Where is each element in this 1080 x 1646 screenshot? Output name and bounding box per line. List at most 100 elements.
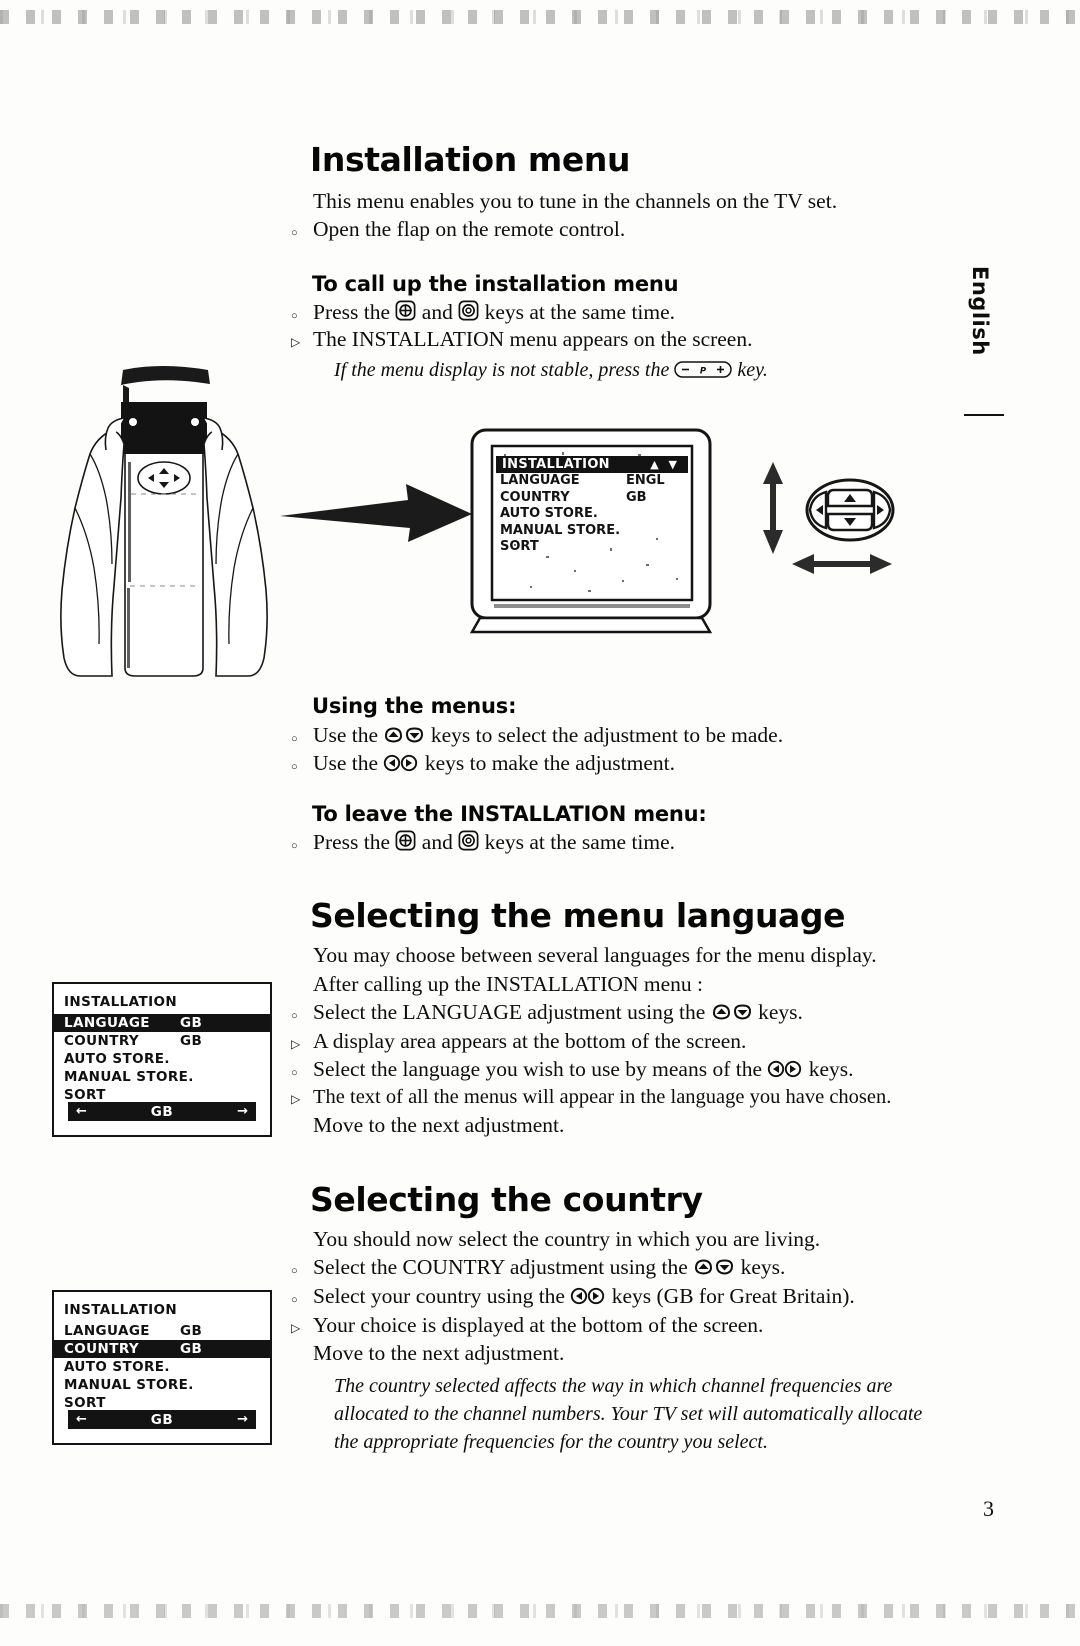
osd-screenshot-country: INSTALLATION LANGUAGE GB COUNTRY GB AUTO… bbox=[52, 1290, 272, 1445]
osd-row-manual-store: MANUAL STORE. bbox=[54, 1376, 270, 1394]
leave-menu-step-b: and bbox=[421, 830, 453, 854]
language-section-title: Selecting the menu language bbox=[310, 896, 846, 935]
leave-menu-step-row: Press the and keys at the same time. bbox=[291, 827, 675, 861]
osd-row-language: LANGUAGE GB bbox=[54, 1322, 270, 1340]
intro-text: This menu enables you to tune in the cha… bbox=[313, 189, 838, 213]
call-up-note: If the menu display is not stable, press… bbox=[334, 356, 768, 384]
osd-bottom-bar: ← GB → bbox=[68, 1102, 256, 1121]
program-key-icon: P bbox=[674, 361, 733, 378]
bullet-circle-icon bbox=[291, 750, 313, 782]
left-right-keys-icon bbox=[570, 1287, 606, 1305]
osd-bar-value: GB bbox=[150, 1103, 174, 1120]
flow-arrow-right-icon bbox=[276, 480, 476, 550]
osd-row-label: COUNTRY bbox=[64, 1033, 140, 1049]
up-down-keys-icon bbox=[711, 1003, 753, 1021]
osd-bottom-bar: ← GB → bbox=[68, 1410, 256, 1429]
page-number: 3 bbox=[983, 1496, 994, 1521]
tv-osd-items: LANGUAGE ENGL COUNTRY GB AUTO STORE. MAN… bbox=[496, 473, 688, 556]
menu-key-icon bbox=[395, 300, 416, 321]
remote-control-illustration bbox=[28, 358, 298, 678]
osd-row-language: LANGUAGE GB bbox=[54, 1014, 270, 1032]
using-menus-line2-row: Use the keys to make the adjustment. bbox=[291, 748, 675, 782]
intro-bullet-row: Open the flap on the remote control. bbox=[291, 214, 625, 248]
osd-title-row: INSTALLATION bbox=[54, 993, 270, 1011]
osd-row-country: COUNTRY GB bbox=[54, 1032, 270, 1050]
using-menus-line2-a: Use the bbox=[313, 751, 379, 775]
using-menus-line1-b: keys to select the adjustment to be made… bbox=[430, 723, 784, 747]
using-menus-heading: Using the menus: bbox=[312, 694, 517, 718]
svg-text:P: P bbox=[700, 366, 707, 376]
tv-illustration: INSTALLATION ▲ ▼ LANGUAGE ENGL COUNTRY G… bbox=[470, 428, 728, 636]
menu-key-icon bbox=[395, 830, 416, 851]
osd-row-label: MANUAL STORE. bbox=[64, 1377, 194, 1393]
tv-osd-item: AUTO STORE. bbox=[500, 506, 598, 521]
country-note-line2: allocated to the channel numbers. Your T… bbox=[334, 1403, 923, 1425]
scan-artifact-top bbox=[0, 10, 1080, 24]
country-b1-a: Select the COUNTRY adjustment using the bbox=[313, 1255, 688, 1279]
osd-row-label: SORT bbox=[64, 1087, 106, 1103]
status-key-icon bbox=[458, 830, 479, 851]
using-menus-line1-a: Use the bbox=[313, 723, 379, 747]
tv-osd-item-label: LANGUAGE bbox=[500, 473, 580, 488]
call-up-note-b: key. bbox=[737, 359, 768, 381]
language-b5: Move to the next adjustment. bbox=[313, 1113, 565, 1137]
using-menus-line2-b: keys to make the adjustment. bbox=[424, 751, 676, 775]
call-up-step1-a: Press the bbox=[313, 300, 391, 324]
osd-row-label: MANUAL STORE. bbox=[64, 1069, 194, 1085]
osd-row-auto-store: AUTO STORE. bbox=[54, 1358, 270, 1376]
country-note: The country selected affects the way in … bbox=[334, 1372, 922, 1456]
country-b2-b: keys (GB for Great Britain). bbox=[611, 1284, 855, 1308]
language-b1-a: Select the LANGUAGE adjustment using the bbox=[313, 1000, 706, 1024]
osd-row-value: GB bbox=[180, 1341, 203, 1357]
country-note-line1: The country selected affects the way in … bbox=[334, 1375, 893, 1397]
osd-screenshot-language: INSTALLATION LANGUAGE GB COUNTRY GB AUTO… bbox=[52, 982, 272, 1137]
scan-artifact-bottom bbox=[0, 1604, 1080, 1618]
bullet-triangle-icon bbox=[291, 1083, 313, 1114]
tv-osd-item: SORT bbox=[500, 539, 539, 554]
tv-osd-title: INSTALLATION bbox=[502, 457, 610, 472]
osd-row-label: COUNTRY bbox=[64, 1341, 140, 1357]
left-right-keys-icon bbox=[767, 1060, 803, 1078]
osd-row-manual-store: MANUAL STORE. bbox=[54, 1068, 270, 1086]
osd-row-value: GB bbox=[180, 1323, 203, 1339]
leave-menu-step-c: keys at the same time. bbox=[484, 830, 676, 854]
country-b4: Move to the next adjustment. bbox=[313, 1341, 565, 1365]
osd-title-row: INSTALLATION bbox=[54, 1301, 270, 1319]
osd-bar-value: GB bbox=[150, 1411, 174, 1428]
call-up-step2-row: The INSTALLATION menu appears on the scr… bbox=[291, 324, 752, 357]
country-b2-a: Select your country using the bbox=[313, 1284, 565, 1308]
page-title: Installation menu bbox=[310, 140, 631, 179]
language-b1-b: keys. bbox=[758, 1000, 803, 1024]
up-down-keys-icon bbox=[383, 726, 425, 744]
osd-title: INSTALLATION bbox=[64, 1302, 178, 1318]
osd-row-label: AUTO STORE. bbox=[64, 1051, 170, 1067]
tv-osd-title-row: INSTALLATION ▲ ▼ bbox=[496, 456, 688, 473]
country-b3: Your choice is displayed at the bottom o… bbox=[313, 1313, 764, 1337]
osd-row-label: LANGUAGE bbox=[64, 1015, 150, 1031]
language-b3-a: Select the language you wish to use by m… bbox=[313, 1057, 763, 1081]
call-up-note-a: If the menu display is not stable, press… bbox=[334, 359, 670, 381]
language-line1: You may choose between several languages… bbox=[313, 943, 877, 967]
osd-row-country: COUNTRY GB bbox=[54, 1340, 270, 1358]
language-b4: The text of all the menus will appear in… bbox=[313, 1086, 892, 1108]
osd-row-label: AUTO STORE. bbox=[64, 1359, 170, 1375]
bullet-triangle-icon bbox=[291, 326, 313, 357]
tv-osd-menu: INSTALLATION ▲ ▼ LANGUAGE ENGL COUNTRY G… bbox=[496, 456, 688, 556]
tv-osd-item-label: COUNTRY bbox=[500, 489, 570, 505]
osd-row-auto-store: AUTO STORE. bbox=[54, 1050, 270, 1068]
call-up-step1-b: and bbox=[421, 300, 453, 324]
document-page: English Installation menu This menu enab… bbox=[0, 0, 1080, 1646]
tv-osd-item-value: ENGL bbox=[626, 473, 665, 488]
left-right-keys-icon bbox=[383, 754, 419, 772]
intro-bullet-text: Open the flap on the remote control. bbox=[313, 217, 626, 241]
call-up-heading: To call up the installation menu bbox=[312, 272, 679, 296]
tv-osd-item-value: GB bbox=[626, 489, 647, 505]
country-line1: You should now select the country in whi… bbox=[313, 1227, 821, 1251]
language-tab: English bbox=[958, 262, 1004, 416]
country-section-title: Selecting the country bbox=[310, 1180, 703, 1219]
call-up-step2-text: The INSTALLATION menu appears on the scr… bbox=[313, 327, 753, 351]
call-up-step1-c: keys at the same time. bbox=[484, 300, 676, 324]
bullet-circle-icon bbox=[291, 829, 313, 861]
country-b1-b: keys. bbox=[740, 1255, 786, 1279]
status-key-icon bbox=[458, 300, 479, 321]
